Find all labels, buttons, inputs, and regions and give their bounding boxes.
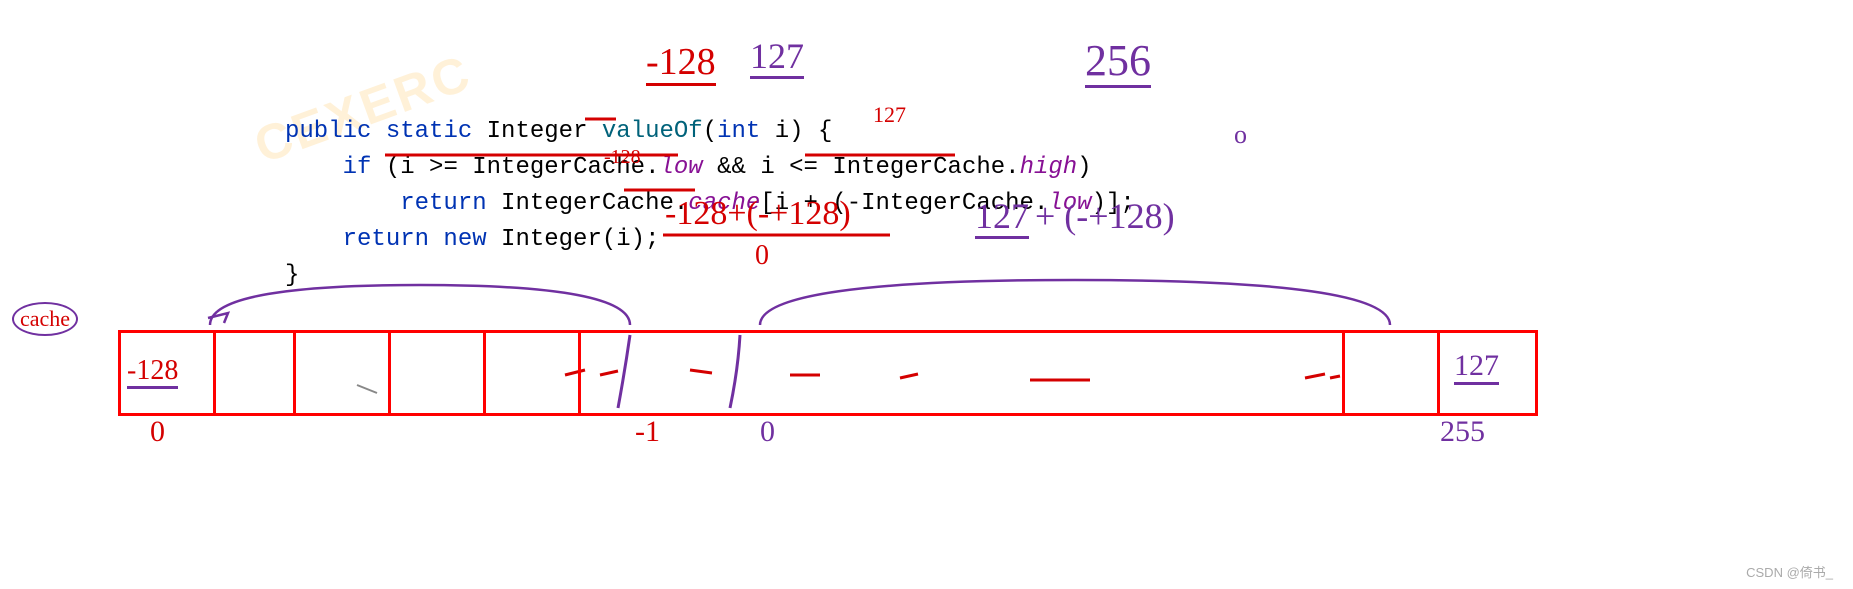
- array-cell-last2: [1345, 333, 1440, 413]
- if-cache: Cache.: [933, 154, 1019, 181]
- anno-expr-purple-2: + (-+128): [1035, 195, 1175, 237]
- anno-neg128-small: -128: [604, 146, 641, 169]
- if-open: (: [371, 154, 400, 181]
- param-i: i: [760, 118, 789, 145]
- anno-256: 256: [1085, 35, 1151, 86]
- paren: (: [703, 118, 717, 145]
- array-cell-4: [486, 333, 581, 413]
- field-high: high: [1020, 154, 1078, 181]
- code-underlines: [0, 0, 1853, 589]
- if-close: ): [1077, 154, 1091, 181]
- kw-int: int: [717, 118, 760, 145]
- anno-top-127: 127: [750, 35, 804, 77]
- idx-0-mid: 0: [760, 415, 775, 449]
- field-low: low: [659, 154, 702, 181]
- cell-val-127: 127: [1454, 349, 1499, 383]
- array-cell-0: -128: [121, 333, 216, 413]
- type-integer2: Integer: [487, 226, 602, 253]
- anno-expr-red-result: 0: [755, 240, 769, 272]
- kw-new: new: [429, 226, 487, 253]
- array-cell-1: [216, 333, 296, 413]
- idx-255: 255: [1440, 415, 1485, 449]
- array-cell-last: 127: [1440, 333, 1535, 413]
- cell-val-neg128: -128: [127, 355, 178, 387]
- brace-close: }: [285, 262, 299, 289]
- anno-stray-o: o: [1234, 120, 1247, 150]
- anno-expr-purple-1: 127: [975, 195, 1029, 237]
- watermark-footer: CSDN @倚书_: [1746, 562, 1833, 581]
- kw-public: public: [285, 118, 371, 145]
- sig-close: ) {: [789, 118, 832, 145]
- cache-array: -128 127: [118, 330, 1538, 416]
- kw-static: static: [386, 118, 472, 145]
- ret2-rest: (i);: [602, 226, 660, 253]
- array-cell-2: [296, 333, 391, 413]
- if-mid: && i <= Integer: [703, 154, 933, 181]
- kw-return2: return: [343, 226, 429, 253]
- array-cell-mid: [581, 333, 1345, 413]
- idx-neg1: -1: [635, 415, 660, 449]
- ret-a: IntegerCache.: [487, 190, 689, 217]
- anno-expr-red: -128+(-+128): [665, 195, 851, 233]
- anno-top-neg128: -128: [646, 40, 716, 84]
- type-integer: Integer: [487, 118, 588, 145]
- anno-127-small: 127: [873, 102, 906, 128]
- cache-label: cache: [12, 302, 78, 336]
- idx-0: 0: [150, 415, 165, 449]
- kw-if: if: [343, 154, 372, 181]
- kw-return1: return: [400, 190, 486, 217]
- method-valueof: valueOf: [602, 118, 703, 145]
- brace-left: [0, 0, 1853, 589]
- array-cell-3: [391, 333, 486, 413]
